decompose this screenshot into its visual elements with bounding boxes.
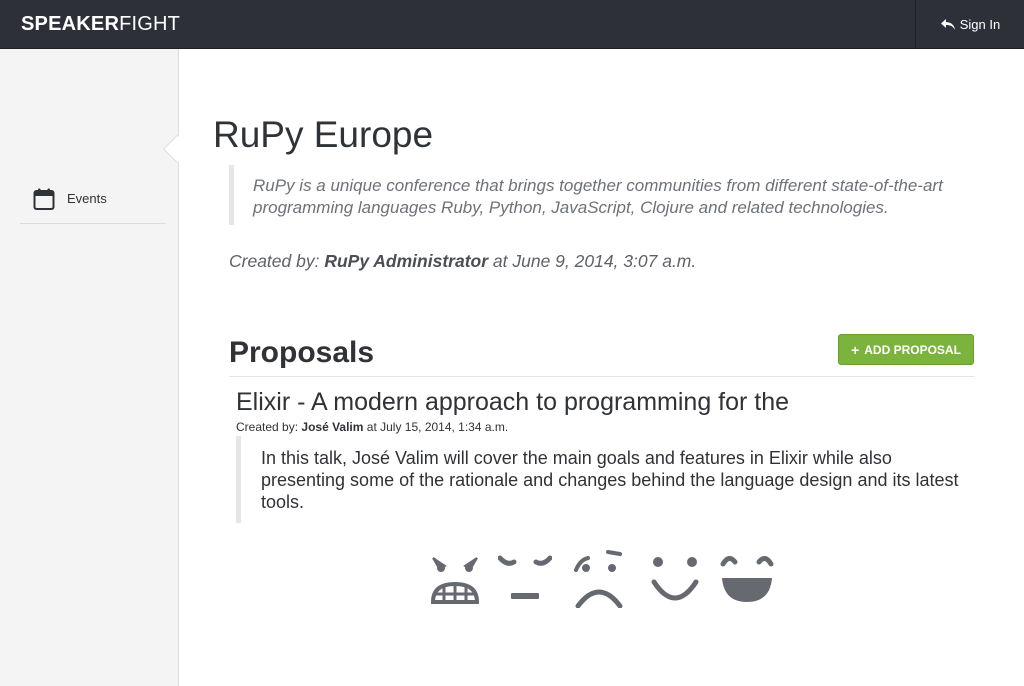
event-created-info: Created by: RuPy Administrator at June 9…	[229, 251, 696, 272]
angry-face-icon[interactable]	[428, 548, 482, 608]
logo-bold-text: SPEAKER	[21, 13, 120, 35]
logo-light-text: FIGHT	[119, 13, 181, 35]
reply-arrow-icon	[940, 18, 955, 30]
top-navbar: SPEAKERFIGHT Sign In	[0, 0, 1024, 49]
created-prefix: Created by:	[229, 251, 320, 271]
add-proposal-button[interactable]: + ADD PROPOSAL	[838, 334, 974, 365]
sidebar-item-events[interactable]: Events	[20, 174, 166, 224]
proposal-created-date: at July 15, 2014, 1:34 a.m.	[366, 420, 509, 434]
sidebar: Events	[0, 49, 178, 686]
grin-face-icon[interactable]	[720, 548, 774, 608]
calendar-icon	[33, 188, 55, 210]
event-title: RuPy Europe	[213, 114, 434, 155]
sign-in-label: Sign In	[959, 17, 1001, 32]
sad-face-icon[interactable]	[572, 548, 626, 608]
smile-face-icon[interactable]	[648, 548, 702, 608]
event-description: RuPy is a unique conference that brings …	[229, 165, 969, 225]
add-proposal-label: ADD PROPOSAL	[864, 342, 961, 357]
proposal-meta: Created by: José Valim at July 15, 2014,…	[236, 420, 508, 434]
proposal-created-prefix: Created by:	[236, 420, 299, 434]
created-date: at June 9, 2014, 3:07 a.m.	[492, 251, 697, 271]
neutral-face-icon[interactable]	[498, 548, 552, 608]
sign-in-button[interactable]: Sign In	[915, 0, 1024, 49]
proposals-heading: Proposals	[229, 336, 375, 369]
divider	[229, 376, 974, 377]
logo[interactable]: SPEAKERFIGHT	[21, 13, 180, 36]
proposal-author[interactable]: José Valim	[301, 420, 363, 434]
proposal-title[interactable]: Elixir - A modern approach to programmin…	[236, 388, 789, 417]
vote-bar	[428, 548, 778, 610]
sidebar-item-label: Events	[67, 191, 107, 206]
event-creator[interactable]: RuPy Administrator	[324, 251, 488, 271]
plus-icon: +	[851, 341, 860, 358]
proposal-description: In this talk, José Valim will cover the …	[236, 436, 966, 523]
